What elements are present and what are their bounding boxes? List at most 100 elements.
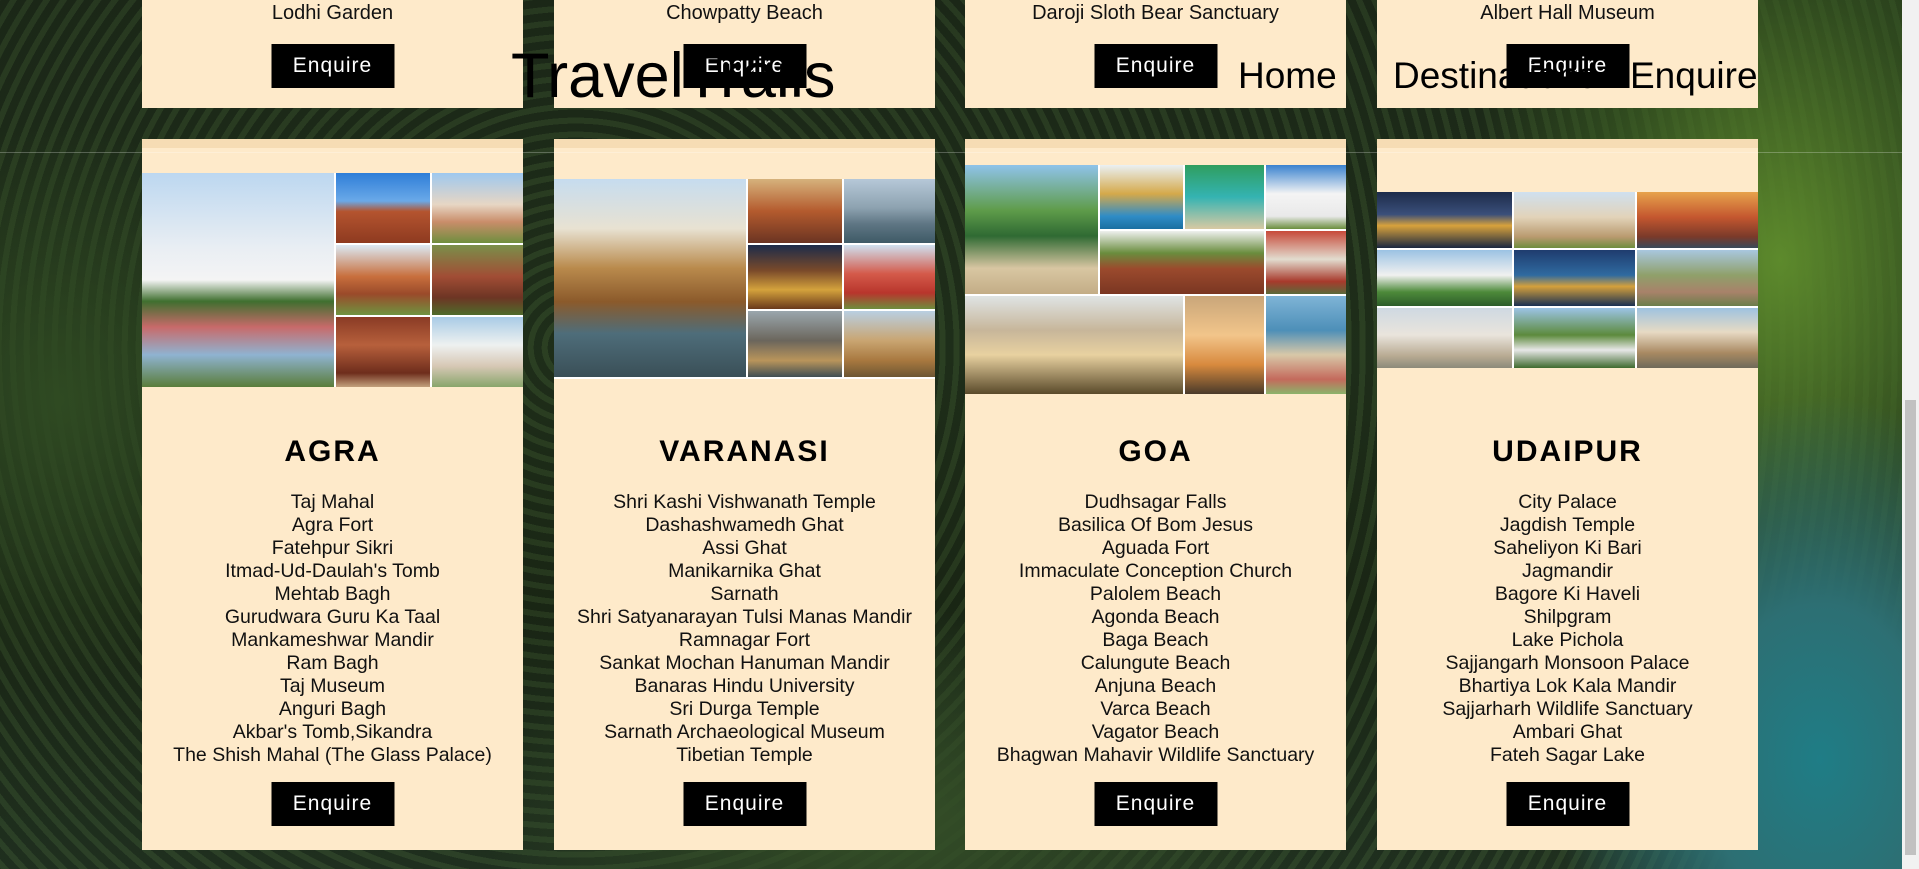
places-list: Shri Kashi Vishwanath Temple Dashashwame… [554, 491, 935, 767]
boat-photo [1100, 165, 1183, 229]
city-heading: AGRA [284, 435, 381, 468]
fatehpur-sikri-photo [336, 317, 430, 387]
site-header: TravelTrails Home Destinations Enquire [0, 0, 1902, 153]
page-scrollbar[interactable] [1902, 0, 1919, 869]
cenotaphs-photo [1377, 308, 1512, 368]
place-item: Itmad-Ud-Daulah's Tomb [225, 560, 440, 582]
kashi-temple-photo [748, 245, 842, 309]
place-item: Taj Museum [279, 675, 386, 697]
sunset-beach-photo [1185, 296, 1264, 394]
ram-bagh-photo [432, 245, 523, 315]
place-item: Shri Satyanarayan Tulsi Manas Mandir [577, 606, 912, 628]
garden-photo [1514, 308, 1635, 368]
place-item: Saheliyon Ki Bari [1493, 537, 1642, 559]
place-item: Dudhsagar Falls [1084, 491, 1227, 513]
ghats-photo [554, 179, 746, 377]
place-item: Lake Pichola [1511, 629, 1624, 651]
lake-pichola-photo [1514, 250, 1635, 306]
place-item: Bhartiya Lok Kala Mandir [1458, 675, 1677, 697]
haveli-photo [1514, 192, 1635, 248]
place-item: Fateh Sagar Lake [1489, 744, 1646, 766]
place-item: Agra Fort [291, 514, 374, 536]
places-list: Dudhsagar Falls Basilica Of Bom Jesus Ag… [965, 491, 1346, 767]
crowded-beach-photo [1266, 296, 1346, 394]
place-item: Baga Beach [1102, 629, 1209, 651]
place-item: Ram Bagh [286, 652, 379, 674]
place-item: Shri Kashi Vishwanath Temple [613, 491, 876, 513]
brand-logo[interactable]: TravelTrails [511, 40, 835, 112]
agra-fort-photo [336, 173, 430, 243]
place-item: Palolem Beach [1089, 583, 1222, 605]
place-item: Tibetian Temple [676, 744, 813, 766]
city-heading: UDAIPUR [1492, 435, 1643, 468]
basilica-photo [1100, 231, 1264, 294]
place-item: Agonda Beach [1091, 606, 1220, 628]
place-item: Anjuna Beach [1094, 675, 1217, 697]
city-heading: VARANASI [659, 435, 830, 468]
destination-card-agra: AGRA Taj Mahal Agra Fort Fatehpur Sikri … [142, 139, 523, 850]
place-item: Sarnath Archaeological Museum [604, 721, 885, 743]
mehtab-bagh-photo [336, 245, 430, 315]
varanasi-photo-collage [554, 179, 935, 379]
place-item: Ramnagar Fort [678, 629, 811, 651]
sarnath-photo [748, 311, 842, 377]
place-item: Sajjangarh Monsoon Palace [1445, 652, 1690, 674]
place-item: Varca Beach [1100, 698, 1211, 720]
agra-photo-collage [142, 173, 523, 387]
place-item: Assi Ghat [702, 537, 787, 559]
old-goa-photo [965, 296, 1183, 394]
place-item: Basilica Of Bom Jesus [1057, 514, 1254, 536]
place-item: Jagdish Temple [1499, 514, 1636, 536]
lake-sunset-photo [1637, 192, 1758, 248]
enquire-button[interactable]: Enquire [1506, 782, 1629, 826]
place-item: Taj Mahal [290, 491, 375, 513]
ramnagar-fort-photo [844, 311, 935, 377]
durga-temple-photo [844, 245, 935, 309]
jagdish-temple-photo [1637, 308, 1758, 368]
place-item: Sarnath [710, 583, 779, 605]
place-item: Shilpgram [1523, 606, 1612, 628]
place-item: Sankat Mochan Hanuman Mandir [599, 652, 890, 674]
destination-card-goa: GOA Dudhsagar Falls Basilica Of Bom Jesu… [965, 139, 1346, 850]
monsoon-palace-photo [1377, 250, 1512, 306]
lagoon-photo [1185, 165, 1264, 229]
scrollbar-thumb[interactable] [1905, 400, 1916, 855]
itmad-ud-daulah-photo [432, 317, 523, 387]
enquire-button[interactable]: Enquire [271, 782, 394, 826]
nav-destinations[interactable]: Destinations [1393, 55, 1597, 97]
place-item: Vagator Beach [1091, 721, 1220, 743]
udaipur-photo-collage [1377, 192, 1758, 368]
place-item: Banaras Hindu University [634, 675, 855, 697]
place-item: Bagore Ki Haveli [1494, 583, 1641, 605]
fort-aerial-photo [1637, 250, 1758, 306]
destination-card-udaipur: UDAIPUR City Palace Jagdish Temple Sahel… [1377, 139, 1758, 850]
goa-photo-collage [965, 165, 1346, 394]
place-item: Sajjarharh Wildlife Sanctuary [1442, 698, 1693, 720]
enquire-button[interactable]: Enquire [683, 782, 806, 826]
place-item: Gurudwara Guru Ka Taal [224, 606, 441, 628]
place-item: Mankameshwar Mandir [231, 629, 434, 651]
nav-home[interactable]: Home [1238, 55, 1337, 97]
places-list: Taj Mahal Agra Fort Fatehpur Sikri Itmad… [142, 491, 523, 767]
place-item: The Shish Mahal (The Glass Palace) [173, 744, 492, 766]
ghat-aarti-photo [748, 179, 842, 243]
place-item: Immaculate Conception Church [1018, 560, 1293, 582]
place-item: Dashashwamedh Ghat [645, 514, 844, 536]
place-item: Jagmandir [1521, 560, 1614, 582]
river-boats-photo [844, 179, 935, 243]
place-item: Sri Durga Temple [669, 698, 820, 720]
heritage-house-photo [1266, 231, 1346, 294]
place-item: Akbar's Tomb,Sikandra [232, 721, 433, 743]
place-item: Manikarnika Ghat [668, 560, 821, 582]
palm-beach-photo [965, 165, 1098, 294]
nav-enquire[interactable]: Enquire [1630, 55, 1758, 97]
place-item: City Palace [1518, 491, 1617, 513]
destination-card-varanasi: VARANASI Shri Kashi Vishwanath Temple Da… [554, 139, 935, 850]
place-item: Ambari Ghat [1512, 721, 1623, 743]
city-heading: GOA [1118, 435, 1193, 468]
enquire-button[interactable]: Enquire [1094, 782, 1217, 826]
place-item: Mehtab Bagh [274, 583, 391, 605]
place-item: Aguada Fort [1101, 537, 1210, 559]
place-item: Fatehpur Sikri [271, 537, 394, 559]
taj-mahal-photo [142, 173, 334, 387]
